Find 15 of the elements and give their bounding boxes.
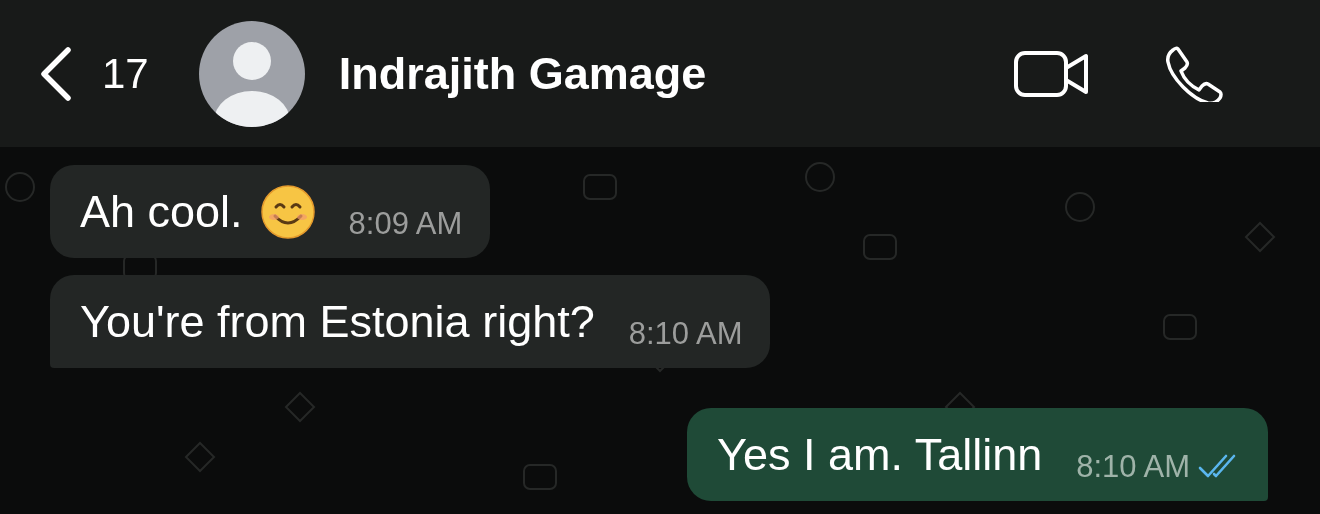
phone-call-icon[interactable]	[1164, 45, 1224, 102]
message-bubble[interactable]: Ah cool. 8:09 AM	[50, 165, 491, 258]
back-chevron-icon[interactable]	[38, 45, 72, 102]
message-text: Yes I am. Tallinn	[717, 428, 1043, 481]
contact-name[interactable]: Indrajith Gamage	[338, 47, 1014, 100]
message-bubble[interactable]: Yes I am. Tallinn 8:10 AM	[687, 408, 1268, 501]
avatar-icon[interactable]	[198, 20, 305, 127]
message-time: 8:09 AM	[348, 206, 463, 242]
message-time: 8:10 AM	[1076, 449, 1190, 485]
message-text: Ah cool.	[80, 185, 243, 238]
message-time: 8:10 AM	[628, 316, 743, 352]
back-button[interactable]: 17	[38, 45, 149, 102]
message-bubble[interactable]: You're from Estonia right? 8:10 AM	[50, 275, 771, 368]
message-text: You're from Estonia right?	[80, 295, 595, 348]
video-call-icon[interactable]	[1014, 48, 1090, 99]
